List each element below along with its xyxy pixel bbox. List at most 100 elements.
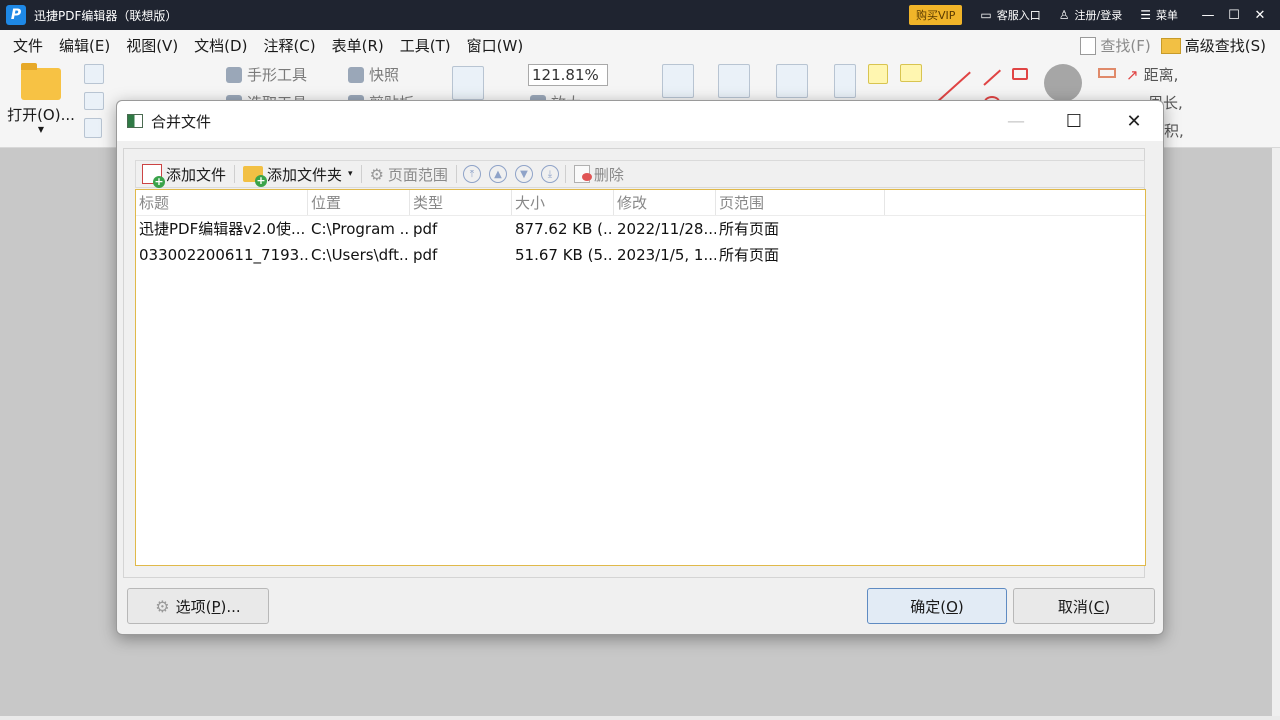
login-label: 注册/登录 (1075, 7, 1123, 23)
cell-page-range: 所有页面 (716, 216, 885, 242)
options-label: 选项(P)... (176, 596, 241, 617)
gear-icon: ⚙ (370, 165, 384, 184)
dialog-title: 合并文件 (151, 111, 211, 132)
dialog-close-button[interactable]: ✕ (1111, 101, 1157, 141)
dialog-maximize-button[interactable]: ☐ (1051, 101, 1097, 141)
toolbar-divider (234, 165, 235, 183)
right-side-panel (1272, 148, 1280, 720)
cell-type: pdf (410, 242, 512, 268)
ok-button[interactable]: 确定(O) (867, 588, 1007, 624)
menu-view[interactable]: 视图(V) (118, 35, 186, 56)
polygon-tool-icon[interactable] (1012, 68, 1028, 80)
menu-tools[interactable]: 工具(T) (392, 35, 459, 56)
hamburger-icon: ☰ (1140, 8, 1151, 22)
add-file-icon (142, 164, 162, 184)
area-tool-button[interactable]: 积, (1164, 120, 1184, 141)
advanced-find-label: 高级查找(S) (1185, 37, 1266, 55)
add-folder-label: 添加文件夹 (267, 164, 342, 185)
zoom-select[interactable]: 121.81% (528, 64, 608, 86)
column-header-title[interactable]: 标题 (136, 190, 308, 215)
menu-edit[interactable]: 编辑(E) (51, 35, 118, 56)
column-header-location[interactable]: 位置 (308, 190, 410, 215)
app-title: 迅捷PDF编辑器（联想版） (34, 7, 177, 24)
save-icon[interactable] (84, 64, 104, 84)
file-list[interactable]: 标题 位置 类型 大小 修改 页范围 迅捷PDF编辑器v2.0使... C:\P… (135, 189, 1146, 566)
actual-size-icon[interactable] (452, 66, 484, 100)
stamp-icon[interactable] (1044, 64, 1082, 102)
menu-comment[interactable]: 注释(C) (255, 35, 323, 56)
table-row[interactable]: 033002200611_7193... C:\Users\dft... pdf… (136, 242, 1145, 268)
customer-service-button[interactable]: ▭ 客服入口 (980, 7, 1040, 23)
toolbar-divider (456, 165, 457, 183)
move-to-top-icon[interactable]: ⤒ (463, 165, 481, 183)
maximize-window-button[interactable]: ☐ (1222, 8, 1246, 23)
comment-note-icon[interactable] (900, 64, 922, 82)
hand-icon (226, 67, 242, 83)
menu-document[interactable]: 文档(D) (186, 35, 255, 56)
move-up-icon[interactable]: ▲ (489, 165, 507, 183)
arrow-tool-icon[interactable] (983, 70, 1001, 86)
status-bar (0, 716, 1280, 720)
column-header-size[interactable]: 大小 (512, 190, 614, 215)
cancel-button[interactable]: 取消(C) (1013, 588, 1155, 624)
ok-label: 确定(O) (910, 596, 964, 617)
folder-search-icon (1161, 38, 1181, 54)
move-down-icon[interactable]: ▼ (515, 165, 533, 183)
add-folder-icon (243, 166, 263, 182)
menu-file[interactable]: 文件 (0, 35, 51, 56)
edit-text-icon[interactable] (776, 64, 808, 98)
advanced-find-button[interactable]: 高级查找(S) (1161, 35, 1266, 56)
chevron-down-icon: ▼ (6, 125, 76, 134)
highlight-text-icon[interactable] (868, 64, 888, 84)
menu-bar: 文件 编辑(E) 视图(V) 文档(D) 注释(C) 表单(R) 工具(T) 窗… (0, 30, 1280, 60)
app-logo-icon: P (6, 5, 26, 25)
add-image-icon[interactable] (718, 64, 750, 98)
main-menu-button[interactable]: ☰ 菜单 (1140, 7, 1178, 23)
toolbar-divider (361, 165, 362, 183)
column-header-page-range[interactable]: 页范围 (716, 190, 885, 215)
text-box-icon[interactable] (834, 64, 856, 98)
snapshot-label: 快照 (369, 64, 399, 85)
cell-title: 033002200611_7193... (136, 242, 308, 268)
cell-modified: 2023/1/5, 1... (614, 242, 716, 268)
add-file-button[interactable]: 添加文件 (136, 161, 232, 187)
buy-vip-button[interactable]: 购买VIP (909, 5, 962, 25)
delete-icon (574, 165, 590, 183)
image-edit-icon[interactable] (662, 64, 694, 98)
export-icon[interactable] (84, 118, 102, 138)
snapshot-button[interactable]: 快照 (348, 64, 399, 85)
find-button[interactable]: 查找(F) (1080, 35, 1150, 56)
app-title-bar: P 迅捷PDF编辑器（联想版） 购买VIP ▭ 客服入口 ♙ 注册/登录 ☰ 菜… (0, 0, 1280, 30)
table-row[interactable]: 迅捷PDF编辑器v2.0使... C:\Program ... pdf 877.… (136, 216, 1145, 242)
cell-type: pdf (410, 216, 512, 242)
options-button[interactable]: ⚙ 选项(P)... (127, 588, 269, 624)
print-icon[interactable] (84, 92, 104, 110)
delete-button[interactable]: 删除 (568, 161, 630, 187)
page-range-label: 页面范围 (388, 164, 448, 185)
file-list-header: 标题 位置 类型 大小 修改 页范围 (136, 190, 1145, 216)
column-header-modified[interactable]: 修改 (614, 190, 716, 215)
column-header-type[interactable]: 类型 (410, 190, 512, 215)
login-button[interactable]: ♙ 注册/登录 (1059, 7, 1122, 23)
open-file-button[interactable]: 打开(O)... ▼ (6, 66, 76, 142)
page-range-button[interactable]: ⚙ 页面范围 (364, 161, 454, 187)
menu-window[interactable]: 窗口(W) (459, 35, 532, 56)
area-label: 积, (1164, 120, 1184, 141)
menu-form[interactable]: 表单(R) (324, 35, 392, 56)
delete-label: 删除 (594, 164, 624, 185)
close-window-button[interactable]: ✕ (1248, 8, 1272, 23)
distance-tool-button[interactable]: ↗距离, (1126, 64, 1178, 85)
minimize-window-button[interactable]: — (1196, 8, 1220, 23)
hand-tool-button[interactable]: 手形工具 (226, 64, 307, 85)
cell-title: 迅捷PDF编辑器v2.0使... (136, 216, 308, 242)
camera-icon (348, 67, 364, 83)
move-to-bottom-icon[interactable]: ⤓ (541, 165, 559, 183)
gear-icon: ⚙ (155, 597, 169, 616)
find-label: 查找(F) (1100, 37, 1150, 55)
add-folder-button[interactable]: 添加文件夹 ▾ (237, 161, 359, 187)
merge-toolbar: 添加文件 添加文件夹 ▾ ⚙ 页面范围 ⤒ ▲ ▼ ⤓ 删除 (135, 160, 1145, 188)
line-tool-icon[interactable] (935, 71, 971, 103)
cell-location: C:\Users\dft... (308, 242, 410, 268)
pencil-tool-icon[interactable] (1098, 68, 1116, 78)
chevron-down-icon: ▾ (348, 169, 353, 179)
